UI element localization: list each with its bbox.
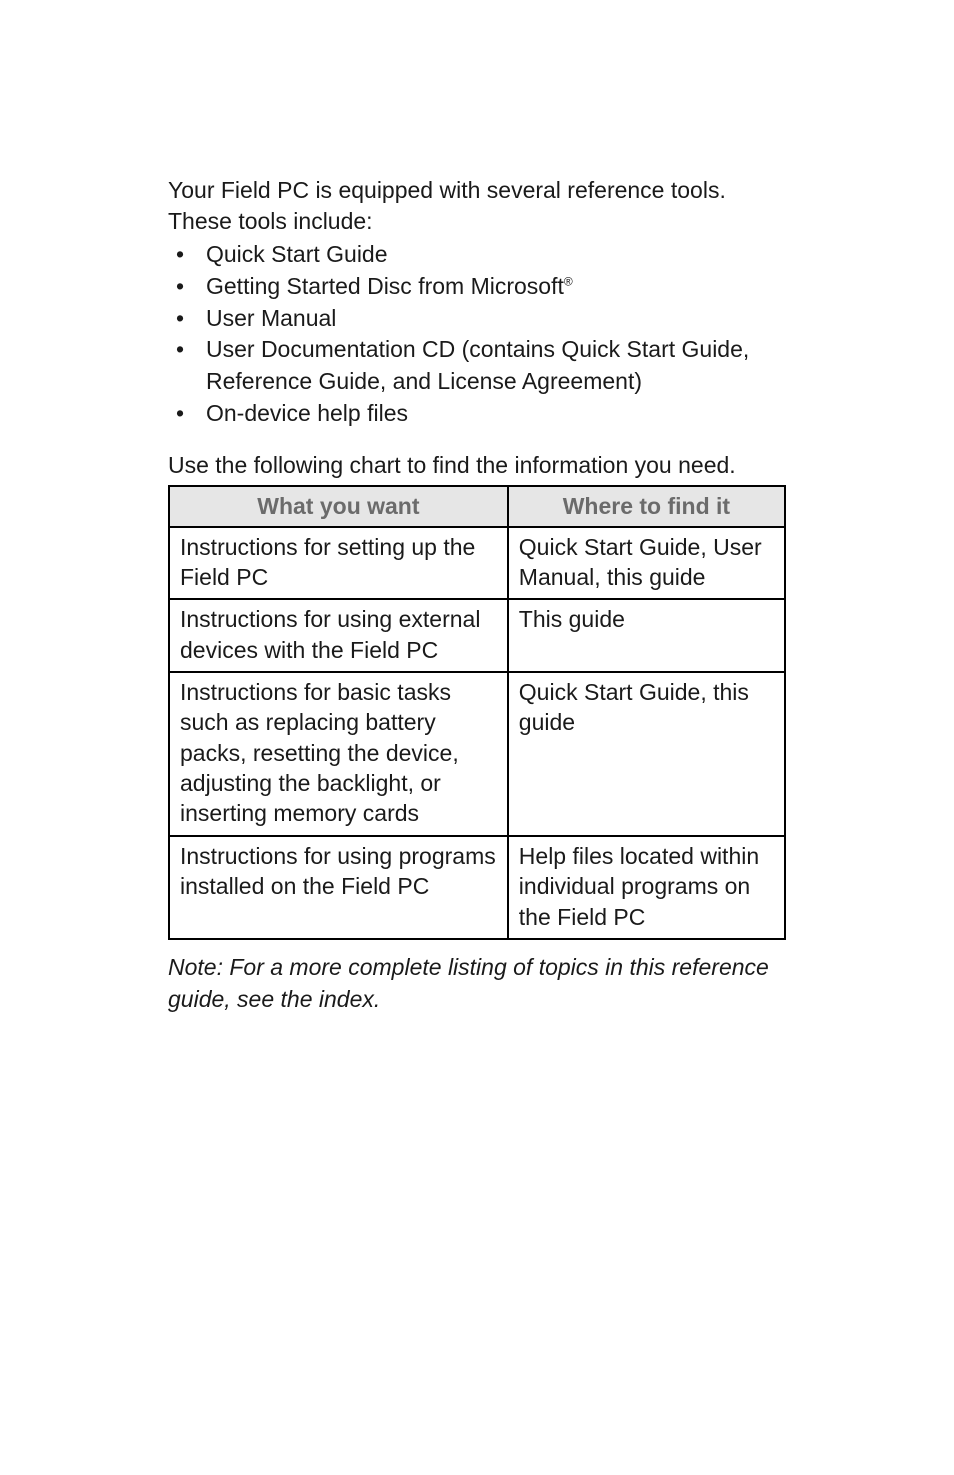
- bullet-text: User Documentation CD (contains Quick St…: [206, 334, 786, 397]
- table-header-row: What you want Where to find it: [169, 486, 785, 527]
- footnote: Note: For a more complete listing of top…: [168, 952, 786, 1015]
- cell-what: Instructions for basic tasks such as rep…: [169, 672, 508, 836]
- bullet-list: • Quick Start Guide • Getting Started Di…: [168, 239, 786, 429]
- table-row: Instructions for using external devices …: [169, 599, 785, 672]
- bullet-text: User Manual: [206, 303, 786, 335]
- header-where: Where to find it: [508, 486, 785, 527]
- cell-where: This guide: [508, 599, 785, 672]
- cell-what: Instructions for using programs installe…: [169, 836, 508, 939]
- table-row: Instructions for using programs installe…: [169, 836, 785, 939]
- list-item: • User Manual: [168, 303, 786, 335]
- bullet-icon: •: [168, 303, 206, 335]
- list-item: • Quick Start Guide: [168, 239, 786, 271]
- list-item: • Getting Started Disc from Microsoft®: [168, 271, 786, 303]
- bullet-icon: •: [168, 271, 206, 303]
- table-lead: Use the following chart to find the info…: [168, 450, 786, 481]
- bullet-text: Quick Start Guide: [206, 239, 786, 271]
- list-item: • User Documentation CD (contains Quick …: [168, 334, 786, 397]
- cell-what: Instructions for setting up the Field PC: [169, 527, 508, 600]
- cell-what: Instructions for using external devices …: [169, 599, 508, 672]
- bullet-text: Getting Started Disc from Microsoft®: [206, 271, 786, 303]
- bullet-icon: •: [168, 398, 206, 430]
- list-item: • On-device help files: [168, 398, 786, 430]
- cell-where: Help files located within individual pro…: [508, 836, 785, 939]
- cell-where: Quick Start Guide, this guide: [508, 672, 785, 836]
- header-what: What you want: [169, 486, 508, 527]
- cell-where: Quick Start Guide, User Manual, this gui…: [508, 527, 785, 600]
- table-row: Instructions for setting up the Field PC…: [169, 527, 785, 600]
- intro-text: Your Field PC is equipped with several r…: [168, 175, 786, 237]
- bullet-icon: •: [168, 334, 206, 397]
- bullet-icon: •: [168, 239, 206, 271]
- table-row: Instructions for basic tasks such as rep…: [169, 672, 785, 836]
- bullet-text: On-device help files: [206, 398, 786, 430]
- registered-icon: ®: [564, 274, 573, 288]
- reference-table: What you want Where to find it Instructi…: [168, 485, 786, 940]
